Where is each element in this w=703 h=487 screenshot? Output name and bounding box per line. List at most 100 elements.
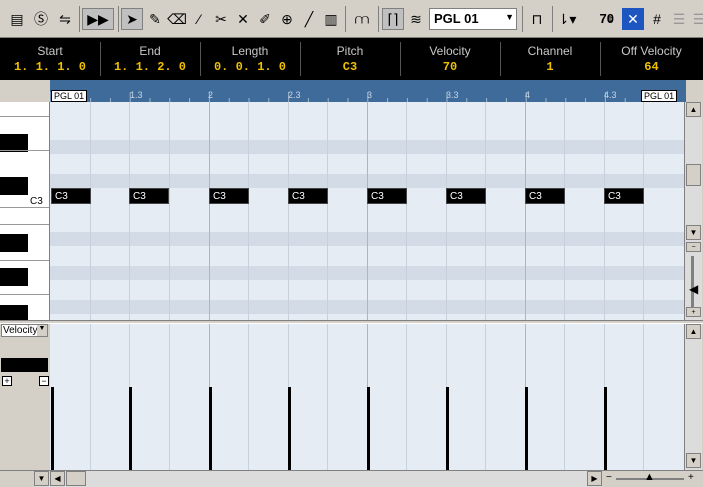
erase-icon[interactable]: ⌫: [166, 8, 188, 30]
object-selection-icon[interactable]: ➤: [121, 8, 143, 30]
horizontal-zoom[interactable]: − ▲ +: [602, 470, 703, 487]
velocity-bar[interactable]: [288, 387, 291, 470]
insert-length-icon[interactable]: ⊓: [526, 8, 548, 30]
midi-note[interactable]: C3: [129, 188, 169, 204]
white-key-divider: [0, 150, 49, 151]
velocity-spin-icon[interactable]: ⇕: [605, 8, 615, 30]
toolbar: ▤ Ⓢ ⇋ ▶▶ ➤ ✎ ⌫ ⁄ ✂ ✕ ✐ ⊕ ╱ ▥ ⩋ ⌈⌉ ≋ PGL …: [0, 0, 703, 38]
black-key[interactable]: [0, 234, 28, 252]
info-velocity[interactable]: Velocity 70: [400, 38, 500, 80]
midi-note[interactable]: C3: [604, 188, 644, 204]
black-key[interactable]: [0, 268, 28, 286]
ruler-mark: 3.3: [446, 90, 459, 100]
grid-line: [248, 324, 249, 470]
right-locator[interactable]: PGL 01: [641, 90, 678, 102]
midi-note[interactable]: C3: [288, 188, 328, 204]
info-value: C3: [342, 60, 358, 74]
color-scheme-icon[interactable]: ≋: [405, 8, 427, 30]
info-value: 0. 0. 1. 0: [213, 60, 286, 74]
midi-note[interactable]: C3: [525, 188, 565, 204]
info-off-velocity[interactable]: Off Velocity 64: [600, 38, 703, 80]
grid-line: [446, 102, 447, 320]
glue-icon[interactable]: ✐: [254, 8, 276, 30]
bar-line: [525, 102, 526, 320]
horizontal-scrollbar[interactable]: ▼ ◀ ▶: [34, 470, 684, 487]
zoom-thumb-icon[interactable]: ▲: [644, 471, 655, 483]
velocity-bar[interactable]: [525, 387, 528, 470]
mute-icon[interactable]: ✕: [232, 8, 254, 30]
grid-line: [169, 324, 170, 470]
show-info-icon[interactable]: Ⓢ: [30, 8, 52, 30]
velocity-lane[interactable]: [50, 324, 684, 470]
velocity-bar[interactable]: [51, 387, 54, 470]
info-value: 1: [546, 60, 554, 74]
grid-line: [604, 102, 605, 320]
midi-note[interactable]: C3: [367, 188, 407, 204]
remove-lane-icon[interactable]: −: [39, 376, 49, 386]
line-icon[interactable]: ╱: [298, 8, 320, 30]
midi-note[interactable]: C3: [209, 188, 249, 204]
quantize-preset-icon[interactable]: ☰: [688, 8, 703, 30]
preset-combo[interactable]: PGL 01 ▼: [429, 8, 517, 30]
velocity-bar[interactable]: [604, 387, 607, 470]
velocity-bar[interactable]: [367, 387, 370, 470]
info-end[interactable]: End 1. 1. 2. 0: [100, 38, 200, 80]
scroll-down-icon[interactable]: ▼: [686, 225, 701, 240]
controller-vertical-scrollbar[interactable]: ▲ ▼: [684, 324, 702, 470]
toolbar-separator: [378, 6, 379, 32]
ruler[interactable]: PGL 01 1.3 2 2.3 3 3.3 4 4.3 PGL 01: [50, 80, 686, 102]
controller-type-select[interactable]: Velocity ▼: [1, 324, 48, 337]
trim-icon[interactable]: ⁄: [188, 8, 210, 30]
controller-type-label: Velocity: [3, 325, 38, 336]
velocity-bar[interactable]: [129, 387, 132, 470]
zoom-out-icon[interactable]: −: [686, 242, 701, 252]
zoom-in-icon[interactable]: +: [686, 307, 701, 317]
expand-lane-icon[interactable]: ▼: [34, 471, 49, 486]
draw-icon[interactable]: ✎: [144, 8, 166, 30]
note-grid[interactable]: C3 C3 C3 C3 C3 C3 C3 C3: [50, 102, 684, 320]
info-pitch[interactable]: Pitch C3: [300, 38, 400, 80]
insert-velocity-icon[interactable]: ⇂▾: [556, 8, 578, 30]
grid-line: [643, 102, 644, 320]
grid-line: [90, 102, 91, 320]
piano-keyboard[interactable]: C3: [0, 102, 50, 320]
grid-line: [564, 102, 565, 320]
quantize-icon[interactable]: ⩋: [351, 8, 373, 30]
info-channel[interactable]: Channel 1: [500, 38, 600, 80]
grid-type-icon[interactable]: ☰: [668, 8, 690, 30]
autoscroll-icon[interactable]: ⇋: [54, 8, 76, 30]
scroll-right-icon[interactable]: ▶: [587, 471, 602, 486]
split-icon[interactable]: ✂: [210, 8, 232, 30]
info-length[interactable]: Length 0. 0. 1. 0: [200, 38, 300, 80]
legato-icon[interactable]: ⌈⌉: [382, 8, 404, 30]
black-key[interactable]: [0, 177, 28, 195]
left-locator[interactable]: PGL 01: [51, 90, 88, 102]
time-warp-icon[interactable]: ▥: [320, 8, 342, 30]
velocity-bar[interactable]: [209, 387, 212, 470]
grid-line: [90, 324, 91, 470]
ruler-mark: 2.3: [288, 90, 301, 100]
add-lane-icon[interactable]: +: [2, 376, 12, 386]
step-input-icon[interactable]: ▶▶: [82, 8, 114, 30]
zoom-out-icon[interactable]: −: [606, 472, 612, 483]
ruler-mark: 3: [367, 90, 373, 100]
velocity-bar[interactable]: [446, 387, 449, 470]
zoom-in-icon[interactable]: +: [688, 472, 694, 483]
snap-icon[interactable]: ✕: [622, 8, 644, 30]
scroll-left-icon[interactable]: ◀: [50, 471, 65, 486]
zoom-icon[interactable]: ⊕: [276, 8, 298, 30]
bar-line: [367, 102, 368, 320]
black-key[interactable]: [0, 305, 28, 320]
scroll-up-icon[interactable]: ▲: [686, 102, 701, 117]
info-start[interactable]: Start 1. 1. 1. 0: [0, 38, 100, 80]
grid-icon[interactable]: #: [646, 8, 668, 30]
zoom-thumb-icon[interactable]: ◀: [689, 282, 698, 296]
midi-note[interactable]: C3: [51, 188, 91, 204]
note-vertical-scrollbar[interactable]: ▲ ▼ − ◀ +: [684, 102, 702, 320]
scroll-down-icon[interactable]: ▼: [686, 453, 701, 468]
scroll-thumb[interactable]: [686, 164, 701, 186]
solo-editor-icon[interactable]: ▤: [6, 8, 28, 30]
scroll-thumb[interactable]: [66, 471, 86, 486]
midi-note[interactable]: C3: [446, 188, 486, 204]
scroll-up-icon[interactable]: ▲: [686, 324, 701, 339]
